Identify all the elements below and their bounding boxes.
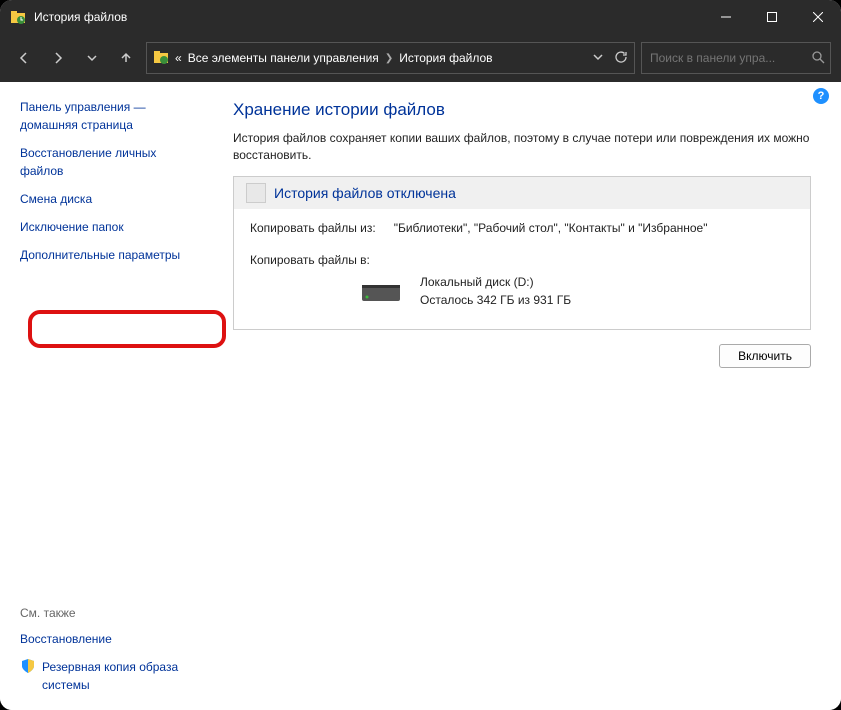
copy-from-value: "Библиотеки", "Рабочий стол", "Контакты"… [394, 221, 708, 235]
file-history-icon [10, 9, 26, 25]
status-panel: История файлов отключена Копировать файл… [233, 176, 811, 330]
window-title: История файлов [34, 10, 703, 24]
recent-dropdown[interactable] [78, 44, 106, 72]
status-panel-title: История файлов отключена [274, 185, 456, 201]
navbar: « Все элементы панели управления ❯ Истор… [0, 34, 841, 82]
drive-name: Локальный диск (D:) [420, 273, 571, 291]
sidebar-link-exclude[interactable]: Исключение папок [20, 218, 199, 236]
status-icon [246, 183, 266, 203]
address-bar[interactable]: « Все элементы панели управления ❯ Истор… [146, 42, 635, 74]
sidebar-link-advanced[interactable]: Дополнительные параметры [20, 246, 199, 264]
back-button[interactable] [10, 44, 38, 72]
see-also-label: См. также [20, 606, 199, 620]
main-content: ? Хранение истории файлов История файлов… [205, 82, 841, 710]
help-icon[interactable]: ? [813, 88, 829, 104]
up-button[interactable] [112, 44, 140, 72]
shield-icon [20, 658, 36, 674]
sidebar-link-change-drive[interactable]: Смена диска [20, 190, 199, 208]
breadcrumb-item[interactable]: История файлов [399, 51, 492, 65]
forward-button[interactable] [44, 44, 72, 72]
breadcrumb-icon [153, 49, 169, 68]
titlebar: История файлов [0, 0, 841, 34]
sidebar-link-restore[interactable]: Восстановление личных файлов [20, 144, 199, 180]
drive-icon [360, 277, 402, 305]
page-heading: Хранение истории файлов [233, 100, 811, 120]
chevron-right-icon: ❯ [385, 53, 393, 64]
copy-to-label: Копировать файлы в: [250, 253, 378, 267]
sidebar-link-recovery[interactable]: Восстановление [20, 630, 199, 648]
breadcrumb-prefix: « [175, 51, 182, 65]
drive-space: Осталось 342 ГБ из 931 ГБ [420, 291, 571, 309]
close-button[interactable] [795, 0, 841, 34]
enable-button[interactable]: Включить [719, 344, 811, 368]
maximize-button[interactable] [749, 0, 795, 34]
search-icon [811, 50, 825, 67]
sidebar-link-backup-image[interactable]: Резервная копия образа системы [42, 658, 199, 694]
search-input[interactable] [650, 51, 805, 65]
search-box[interactable] [641, 42, 831, 74]
refresh-button[interactable] [614, 50, 628, 67]
status-panel-title-row: История файлов отключена [234, 177, 810, 209]
sidebar: Панель управления — домашняя страница Во… [0, 82, 205, 710]
breadcrumb-dropdown[interactable] [592, 51, 604, 66]
page-description: История файлов сохраняет копии ваших фай… [233, 130, 811, 164]
breadcrumb-item[interactable]: Все элементы панели управления [188, 51, 379, 65]
sidebar-link-home[interactable]: Панель управления — домашняя страница [20, 98, 199, 134]
copy-from-label: Копировать файлы из: [250, 221, 376, 235]
minimize-button[interactable] [703, 0, 749, 34]
